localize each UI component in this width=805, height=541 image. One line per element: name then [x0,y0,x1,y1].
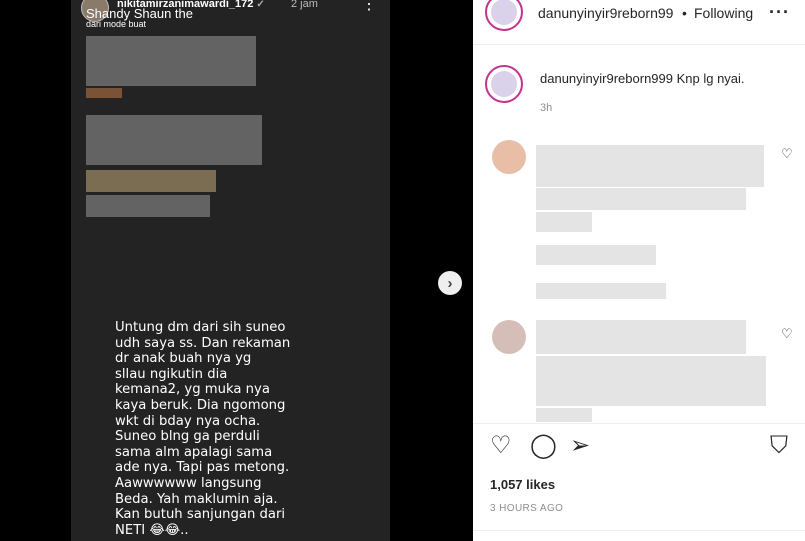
pixelated-comment [536,245,656,265]
header-divider [473,44,805,45]
bottom-divider [473,530,805,531]
comment-bubble-icon[interactable]: ◯ [530,432,557,460]
pixelated-comment [536,145,764,187]
comment-heart-icon[interactable]: ♡ [781,146,793,162]
like-heart-icon[interactable]: ♡ [490,432,512,460]
caption-text: Knp lg nyai. [676,71,745,86]
story-time: 2 jam [291,0,318,10]
actions-divider [473,423,805,424]
pixelated-block [86,36,256,86]
caption: danunyinyir9reborn999 Knp lg nyai. [540,71,745,86]
header-separator: • [682,5,687,21]
caption-username[interactable]: danunyinyir9reborn999 [540,71,673,86]
action-bar: ♡ ◯ ➢ ⛉ [473,432,805,462]
pixelated-block [86,170,216,192]
story-media: nikitamirzanimawardi_172 ✓ 2 jam ⋮ Shand… [0,0,473,541]
story-menu-icon[interactable]: ⋮ [361,0,377,14]
pixelated-block [86,195,210,217]
save-bookmark-icon[interactable]: ⛉ [770,432,788,460]
comment-avatar[interactable] [492,320,526,354]
pixelated-comment [536,356,766,406]
pixelated-comment [536,212,592,232]
post-panel: danunyinyir9reborn99 • Following ··· dan… [473,0,805,541]
more-options-icon[interactable]: ··· [769,2,790,23]
pixelated-block [86,88,122,98]
caption-avatar[interactable] [485,65,523,103]
comment-heart-icon[interactable]: ♡ [781,326,793,342]
verified-icon: ✓ [256,0,265,10]
share-icon[interactable]: ➢ [570,432,590,460]
pixelated-comment [536,283,666,299]
comment-avatar[interactable] [492,140,526,174]
post-time: 3 HOURS AGO [490,503,564,514]
caption-time: 3h [540,102,553,114]
pixelated-block [86,115,262,165]
header-username[interactable]: danunyinyir9reborn99 [538,5,673,21]
story-snippet-line1: Shandy Shaun the [86,6,193,21]
story-screenshot: nikitamirzanimawardi_172 ✓ 2 jam ⋮ Shand… [71,0,390,541]
likes-count[interactable]: 1,057 likes [490,477,555,492]
story-snippet: Shandy Shaun the dari mode buat [86,6,193,30]
next-arrow-button[interactable]: › [438,271,462,295]
following-button[interactable]: Following [694,5,753,21]
pixelated-comment [536,188,746,210]
story-body-text: Untung dm dari sih suneo udh saya ss. Da… [115,320,291,538]
pixelated-comment [536,408,592,422]
pixelated-comment [536,320,746,354]
header-avatar[interactable] [485,0,523,31]
